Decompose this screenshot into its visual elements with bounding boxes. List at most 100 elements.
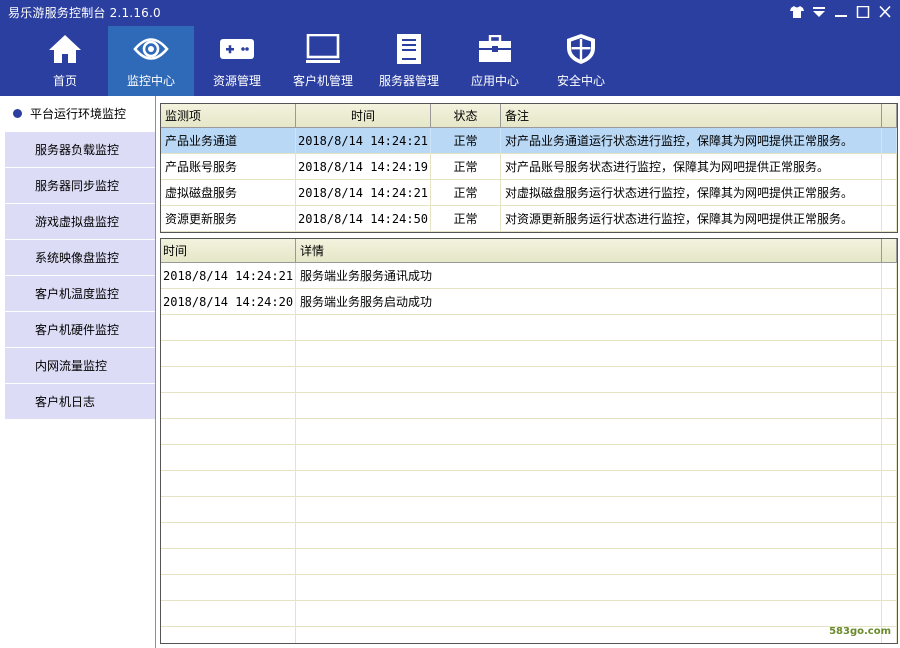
sidebar-item-label: 服务器同步监控 [35, 179, 120, 193]
empty-cell [882, 341, 897, 366]
empty-cell [161, 549, 296, 574]
nav-client[interactable]: 客户机管理 [280, 26, 366, 96]
sidebar-item-label: 系统映像盘监控 [35, 251, 120, 265]
empty-cell [296, 523, 882, 548]
nav-label: 服务器管理 [378, 74, 439, 88]
empty-cell [161, 497, 296, 522]
cell-item: 产品业务通道 [161, 128, 296, 153]
log-table-header: 时间 详情 [161, 239, 897, 263]
empty-cell [161, 627, 296, 643]
shield-icon [566, 32, 596, 66]
sidebar-item-lan-traffic[interactable]: 内网流量监控 [0, 348, 155, 384]
nav-security[interactable]: 安全中心 [538, 26, 624, 96]
empty-cell [161, 601, 296, 626]
column-header[interactable]: 时间 [161, 239, 296, 262]
log-detail: 服务端业务服务通讯成功 [296, 263, 882, 288]
table-row[interactable]: 资源更新服务 2018/8/14 14:24:50 正常 对资源更新服务运行状态… [161, 206, 897, 232]
column-header[interactable]: 时间 [296, 104, 431, 127]
eye-icon [133, 32, 169, 66]
cell-note: 对资源更新服务运行状态进行监控，保障其为网吧提供正常服务。 [501, 206, 882, 231]
column-header[interactable]: 备注 [501, 104, 882, 127]
nav-label: 监控中心 [126, 74, 175, 88]
maximize-icon[interactable] [854, 3, 872, 21]
log-empty-rows [161, 315, 897, 643]
active-dot-icon [13, 109, 22, 118]
nav-resource[interactable]: 资源管理 [194, 26, 280, 96]
nav-apps[interactable]: 应用中心 [452, 26, 538, 96]
nav-label: 资源管理 [212, 74, 261, 88]
nav-home[interactable]: 首页 [22, 26, 108, 96]
empty-cell [882, 575, 897, 600]
cell-time: 2018/8/14 14:24:50 [296, 206, 431, 231]
column-header[interactable]: 监测项 [161, 104, 296, 127]
close-icon[interactable] [876, 3, 894, 21]
cell-time: 2018/8/14 14:24:21 [296, 180, 431, 205]
sidebar-item-platform-env[interactable]: 平台运行环境监控 [0, 96, 155, 132]
log-row[interactable]: 2018/8/14 14:24:21 服务端业务服务通讯成功 [161, 263, 897, 289]
monitor-table-header: 监测项 时间 状态 备注 [161, 104, 897, 128]
empty-cell [882, 497, 897, 522]
empty-log-row [161, 575, 897, 601]
empty-cell [161, 445, 296, 470]
monitor-table: 监测项 时间 状态 备注 产品业务通道 2018/8/14 14:24:21 正… [160, 103, 898, 233]
sidebar-item-server-load[interactable]: 服务器负载监控 [0, 132, 155, 168]
monitor-icon [306, 32, 340, 66]
cell-filler [882, 206, 897, 231]
sidebar-item-label: 平台运行环境监控 [30, 107, 127, 121]
empty-cell [882, 523, 897, 548]
empty-log-row [161, 471, 897, 497]
sidebar-item-client-temp[interactable]: 客户机温度监控 [0, 276, 155, 312]
column-header[interactable]: 状态 [431, 104, 501, 127]
menu-dropdown-icon[interactable] [810, 3, 828, 21]
empty-log-row [161, 367, 897, 393]
sidebar-item-system-image[interactable]: 系统映像盘监控 [0, 240, 155, 276]
empty-cell [296, 419, 882, 444]
empty-cell [882, 549, 897, 574]
empty-cell [296, 445, 882, 470]
app-title: 易乐游服务控制台 2.1.16.0 [8, 6, 161, 20]
table-row[interactable]: 产品账号服务 2018/8/14 14:24:19 正常 对产品账号服务状态进行… [161, 154, 897, 180]
cell-filler [882, 289, 897, 314]
cell-note: 对产品账号服务状态进行监控，保障其为网吧提供正常服务。 [501, 154, 882, 179]
nav-label: 客户机管理 [292, 74, 353, 88]
empty-cell [161, 471, 296, 496]
home-icon [48, 32, 82, 66]
sidebar: 平台运行环境监控 服务器负载监控 服务器同步监控 游戏虚拟盘监控 系统映像盘监控… [0, 96, 156, 648]
empty-cell [296, 367, 882, 392]
table-row[interactable]: 产品业务通道 2018/8/14 14:24:21 正常 对产品业务通道运行状态… [161, 128, 897, 154]
nav-label: 首页 [52, 74, 77, 88]
empty-cell [882, 315, 897, 340]
empty-cell [161, 523, 296, 548]
empty-cell [296, 315, 882, 340]
cell-filler [882, 154, 897, 179]
empty-cell [882, 601, 897, 626]
sidebar-item-label: 游戏虚拟盘监控 [35, 215, 120, 229]
empty-cell [296, 549, 882, 574]
empty-log-row [161, 393, 897, 419]
sidebar-item-client-log[interactable]: 客户机日志 [0, 384, 155, 420]
empty-log-row [161, 419, 897, 445]
skin-icon[interactable] [788, 3, 806, 21]
nav-monitor[interactable]: 监控中心 [108, 26, 194, 96]
empty-cell [296, 393, 882, 418]
cell-item: 资源更新服务 [161, 206, 296, 231]
sidebar-item-game-vdisk[interactable]: 游戏虚拟盘监控 [0, 204, 155, 240]
gamepad-icon [219, 32, 255, 66]
empty-cell [882, 419, 897, 444]
empty-cell [161, 315, 296, 340]
sidebar-item-label: 客户机日志 [35, 395, 96, 409]
column-header[interactable]: 详情 [296, 239, 882, 262]
empty-cell [296, 341, 882, 366]
empty-cell [161, 393, 296, 418]
sidebar-item-client-hardware[interactable]: 客户机硬件监控 [0, 312, 155, 348]
log-row[interactable]: 2018/8/14 14:24:20 服务端业务服务启动成功 [161, 289, 897, 315]
cell-status: 正常 [431, 154, 501, 179]
minimize-icon[interactable] [832, 3, 850, 21]
sidebar-item-server-sync[interactable]: 服务器同步监控 [0, 168, 155, 204]
main-nav: 首页 监控中心 资源管理 客户机管理 服务器管理 应用中心 安全中心 [22, 26, 624, 96]
empty-cell [161, 419, 296, 444]
nav-server[interactable]: 服务器管理 [366, 26, 452, 96]
nav-label: 安全中心 [556, 74, 605, 88]
server-icon [395, 32, 423, 66]
table-row[interactable]: 虚拟磁盘服务 2018/8/14 14:24:21 正常 对虚拟磁盘服务运行状态… [161, 180, 897, 206]
